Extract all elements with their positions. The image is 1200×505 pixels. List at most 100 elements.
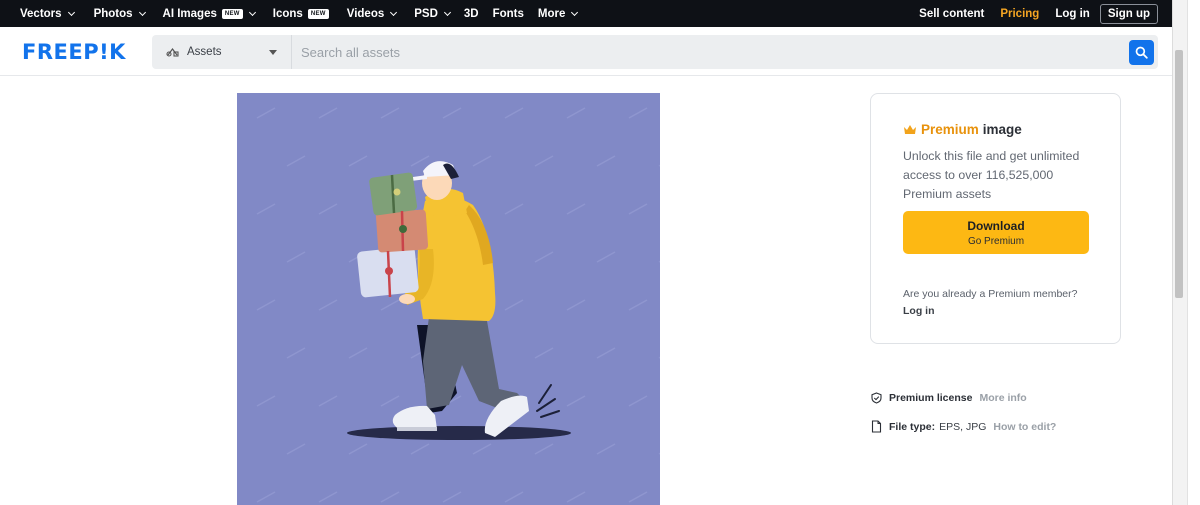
nav-icons[interactable]: Icons NEW <box>273 0 329 27</box>
watermark-mark <box>286 347 306 359</box>
asset-type-label: Assets <box>187 46 222 58</box>
nav-more[interactable]: More <box>537 0 579 27</box>
watermark-mark <box>658 356 660 359</box>
asset-type-select[interactable]: Assets <box>152 35 292 69</box>
chevron-down-icon <box>67 8 75 16</box>
signup-button[interactable]: Sign up <box>1099 3 1158 24</box>
watermark-mark <box>286 251 306 263</box>
filetype-row: File type: EPS, JPG How to edit? <box>871 420 1056 433</box>
scrollbar-thumb[interactable] <box>1175 50 1183 298</box>
nav-item-label: Photos <box>93 7 133 20</box>
preview-illustration <box>237 93 660 505</box>
watermark-mark <box>658 164 660 167</box>
search-bar: Assets <box>152 35 1158 69</box>
new-badge: NEW <box>221 8 243 19</box>
watermark-mark <box>348 347 368 359</box>
watermark-mark <box>348 443 368 455</box>
watermark-mark <box>566 299 586 311</box>
watermark-mark <box>534 251 554 263</box>
watermark-mark <box>566 395 586 407</box>
watermark-mark <box>380 491 400 503</box>
nav-psd[interactable]: PSD <box>414 0 451 27</box>
watermark-mark <box>504 107 524 119</box>
watermark-mark <box>628 203 648 215</box>
chevron-down-icon <box>443 8 451 16</box>
watermark-mark <box>256 491 276 503</box>
nav-items: Vectors Photos AI Images NEW Icons NEW Videos P… <box>0 0 579 27</box>
watermark-mark <box>442 107 462 119</box>
nav-item-label: Videos <box>346 7 385 20</box>
watermark-mark <box>472 155 492 167</box>
filetype-label: File type: <box>889 420 936 433</box>
chevron-down-icon <box>248 8 256 16</box>
watermark-mark <box>256 299 276 311</box>
nav-3d[interactable]: 3D <box>464 0 479 27</box>
watermark-mark <box>534 155 554 167</box>
assets-icon <box>166 47 179 58</box>
nav-item-label: 3D <box>463 7 479 20</box>
watermark-mark <box>596 443 616 455</box>
crown-icon <box>903 124 917 135</box>
pricing-link[interactable]: Pricing <box>1000 0 1039 27</box>
window-scrollbar[interactable] <box>1172 0 1200 505</box>
nav-right: Sell content Pricing Log in Sign up <box>919 0 1158 27</box>
new-badge: NEW <box>307 8 329 19</box>
search-button[interactable] <box>1129 39 1154 65</box>
filetype-value: EPS, JPG <box>939 420 987 433</box>
watermark-mark <box>256 107 276 119</box>
watermark-mark <box>318 107 338 119</box>
watermark-mark <box>628 107 648 119</box>
watermark-mark <box>596 251 616 263</box>
site-header: FREEP!K Assets <box>0 27 1172 76</box>
watermark-mark <box>534 347 554 359</box>
watermark-mark <box>442 491 462 503</box>
watermark-mark <box>628 299 648 311</box>
watermark-mark <box>286 443 306 455</box>
side-panel-edge <box>1187 0 1200 505</box>
search-input[interactable] <box>292 35 1129 69</box>
watermark-mark <box>286 155 306 167</box>
card-description: Unlock this file and get unlimited acces… <box>903 149 1080 201</box>
nav-item-label: PSD <box>414 7 438 20</box>
premium-card: Premium image Unlock this file and get u… <box>870 93 1121 344</box>
watermark-mark <box>318 203 338 215</box>
watermark-mark <box>348 155 368 167</box>
more-info-link[interactable]: More info <box>979 392 1026 404</box>
watermark-mark <box>318 299 338 311</box>
card-login-link[interactable]: Log in <box>903 305 935 317</box>
nav-videos[interactable]: Videos <box>346 0 398 27</box>
download-button[interactable]: Download Go Premium <box>903 211 1089 254</box>
sell-content-link[interactable]: Sell content <box>919 0 984 27</box>
nav-ai-images[interactable]: AI Images NEW <box>163 0 256 27</box>
how-to-edit-link[interactable]: How to edit? <box>993 421 1056 433</box>
image-word: image <box>982 122 1022 137</box>
chevron-down-icon <box>390 8 398 16</box>
top-navigation: Vectors Photos AI Images NEW Icons NEW Videos P… <box>0 0 1172 27</box>
file-icon <box>871 420 882 433</box>
nav-item-label: Vectors <box>20 7 62 20</box>
nav-photos[interactable]: Photos <box>93 0 146 27</box>
nav-vectors[interactable]: Vectors <box>20 0 75 27</box>
nav-item-label: More <box>537 7 566 20</box>
watermark-mark <box>596 155 616 167</box>
watermark-mark <box>504 203 524 215</box>
watermark-mark <box>596 347 616 359</box>
already-member-text: Are you already a Premium member? <box>903 288 1078 300</box>
watermark-mark <box>504 491 524 503</box>
watermark-mark <box>410 155 430 167</box>
login-link[interactable]: Log in <box>1055 0 1090 27</box>
watermark-mark <box>566 491 586 503</box>
nav-item-label: Fonts <box>492 7 524 20</box>
nav-fonts[interactable]: Fonts <box>493 0 524 27</box>
card-title: Premium image <box>903 122 1022 137</box>
freepik-logo[interactable]: FREEP!K <box>22 40 126 64</box>
download-label: Download <box>967 218 1025 233</box>
watermark-mark <box>380 395 400 407</box>
watermark-mark <box>566 203 586 215</box>
watermark-mark <box>256 395 276 407</box>
watermark-mark <box>318 395 338 407</box>
watermark-mark <box>534 443 554 455</box>
go-premium-label: Go Premium <box>967 235 1025 247</box>
search-icon <box>1135 46 1148 59</box>
shield-check-icon <box>871 392 882 404</box>
